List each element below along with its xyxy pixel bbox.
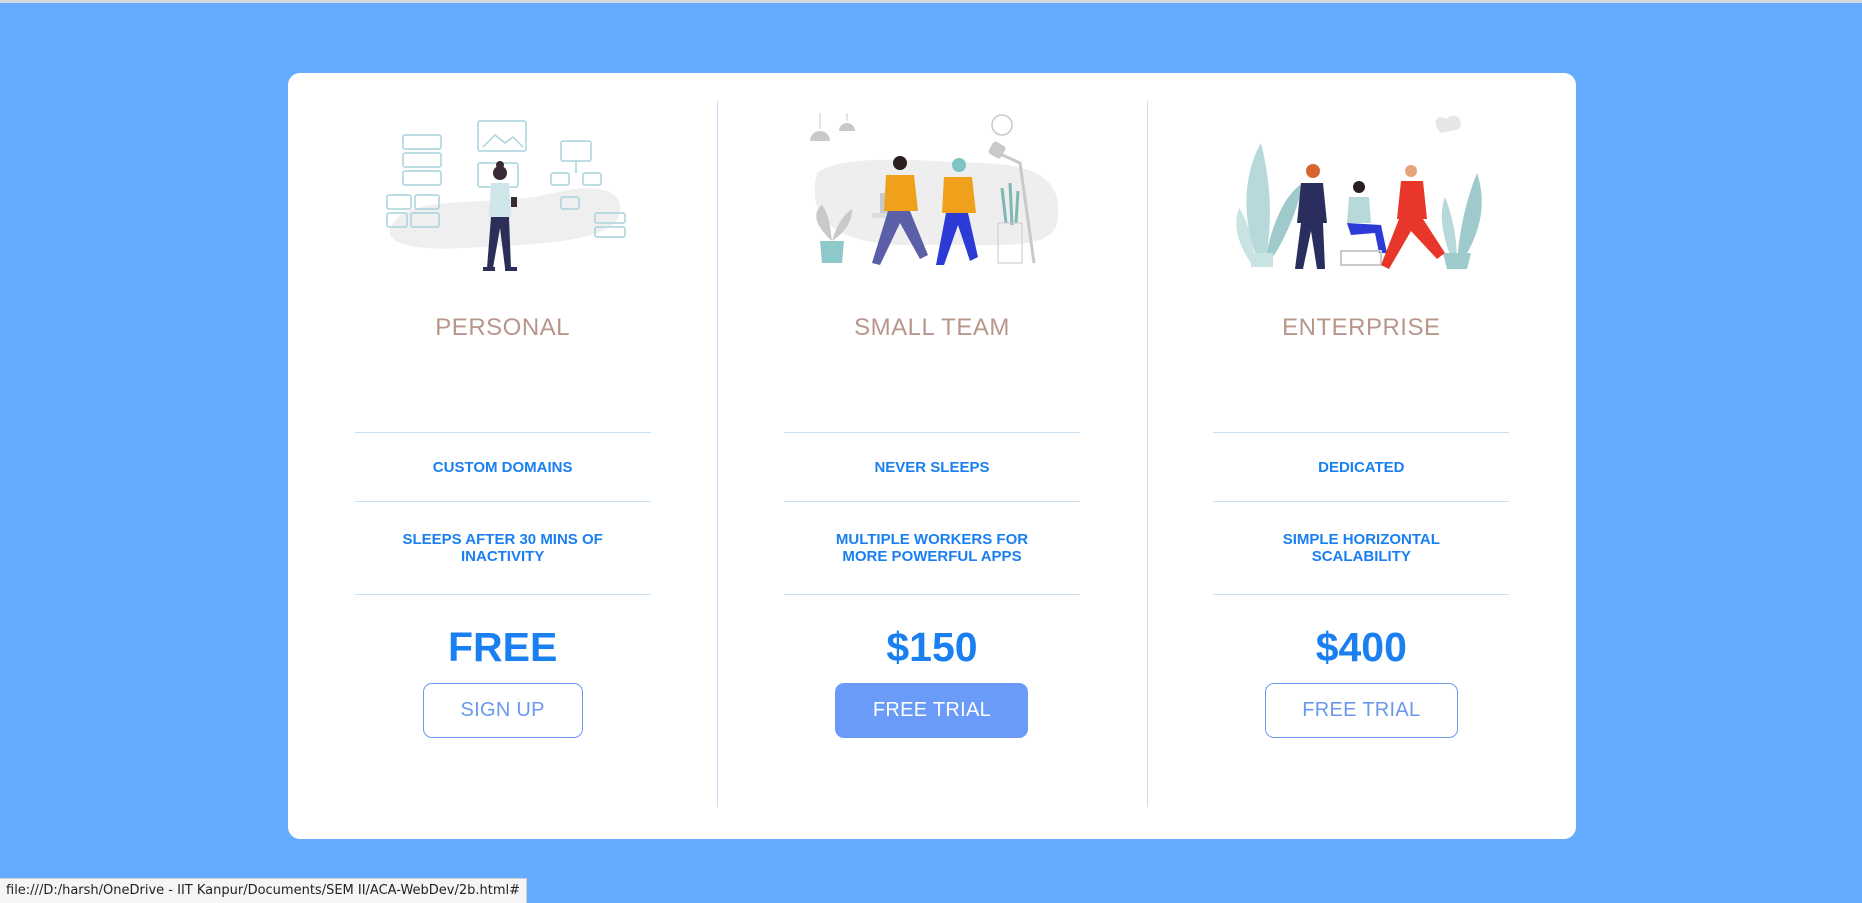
status-bar-url: file:///D:/harsh/OneDrive - IIT Kanpur/D… <box>0 878 528 903</box>
plan-small-team: SMALL TEAM NEVER SLEEPS MULTIPLE WORKERS… <box>717 73 1146 839</box>
free-trial-button[interactable]: FREE TRIAL <box>1264 683 1458 738</box>
plan-title: ENTERPRISE <box>1282 314 1441 341</box>
plan-personal: PERSONAL CUSTOM DOMAINS SLEEPS AFTER 30 … <box>288 73 717 839</box>
feature-item: SLEEPS AFTER 30 MINS OF INACTIVITY <box>354 502 651 595</box>
plan-title: SMALL TEAM <box>854 314 1010 341</box>
woman-with-ui-panels-illustration-icon <box>385 120 626 271</box>
plan-price: FREE <box>447 624 558 670</box>
pricing-card: PERSONAL CUSTOM DOMAINS SLEEPS AFTER 30 … <box>288 73 1576 839</box>
plan-title: PERSONAL <box>435 314 571 341</box>
plan-enterprise: ENTERPRISE DEDICATED SIMPLE HORIZONTAL S… <box>1146 73 1576 839</box>
feature-item: CUSTOM DOMAINS <box>354 433 651 502</box>
two-people-walking-illustration-icon <box>809 113 1059 265</box>
team-meeting-illustration-icon <box>1236 115 1483 269</box>
feature-item: NEVER SLEEPS <box>783 433 1080 502</box>
feature-item: DEDICATED <box>1213 433 1510 502</box>
plan-price: $400 <box>1315 624 1407 670</box>
feature-item: MULTIPLE WORKERS FOR MORE POWERFUL APPS <box>783 502 1080 595</box>
plan-price: $150 <box>886 624 978 670</box>
feature-list: CUSTOM DOMAINS SLEEPS AFTER 30 MINS OF I… <box>354 432 651 595</box>
feature-list: DEDICATED SIMPLE HORIZONTAL SCALABILITY <box>1213 432 1510 595</box>
sign-up-button[interactable]: SIGN UP <box>422 683 583 738</box>
feature-list: NEVER SLEEPS MULTIPLE WORKERS FOR MORE P… <box>783 432 1080 595</box>
free-trial-button[interactable]: FREE TRIAL <box>835 683 1029 738</box>
feature-item: SIMPLE HORIZONTAL SCALABILITY <box>1213 502 1510 595</box>
